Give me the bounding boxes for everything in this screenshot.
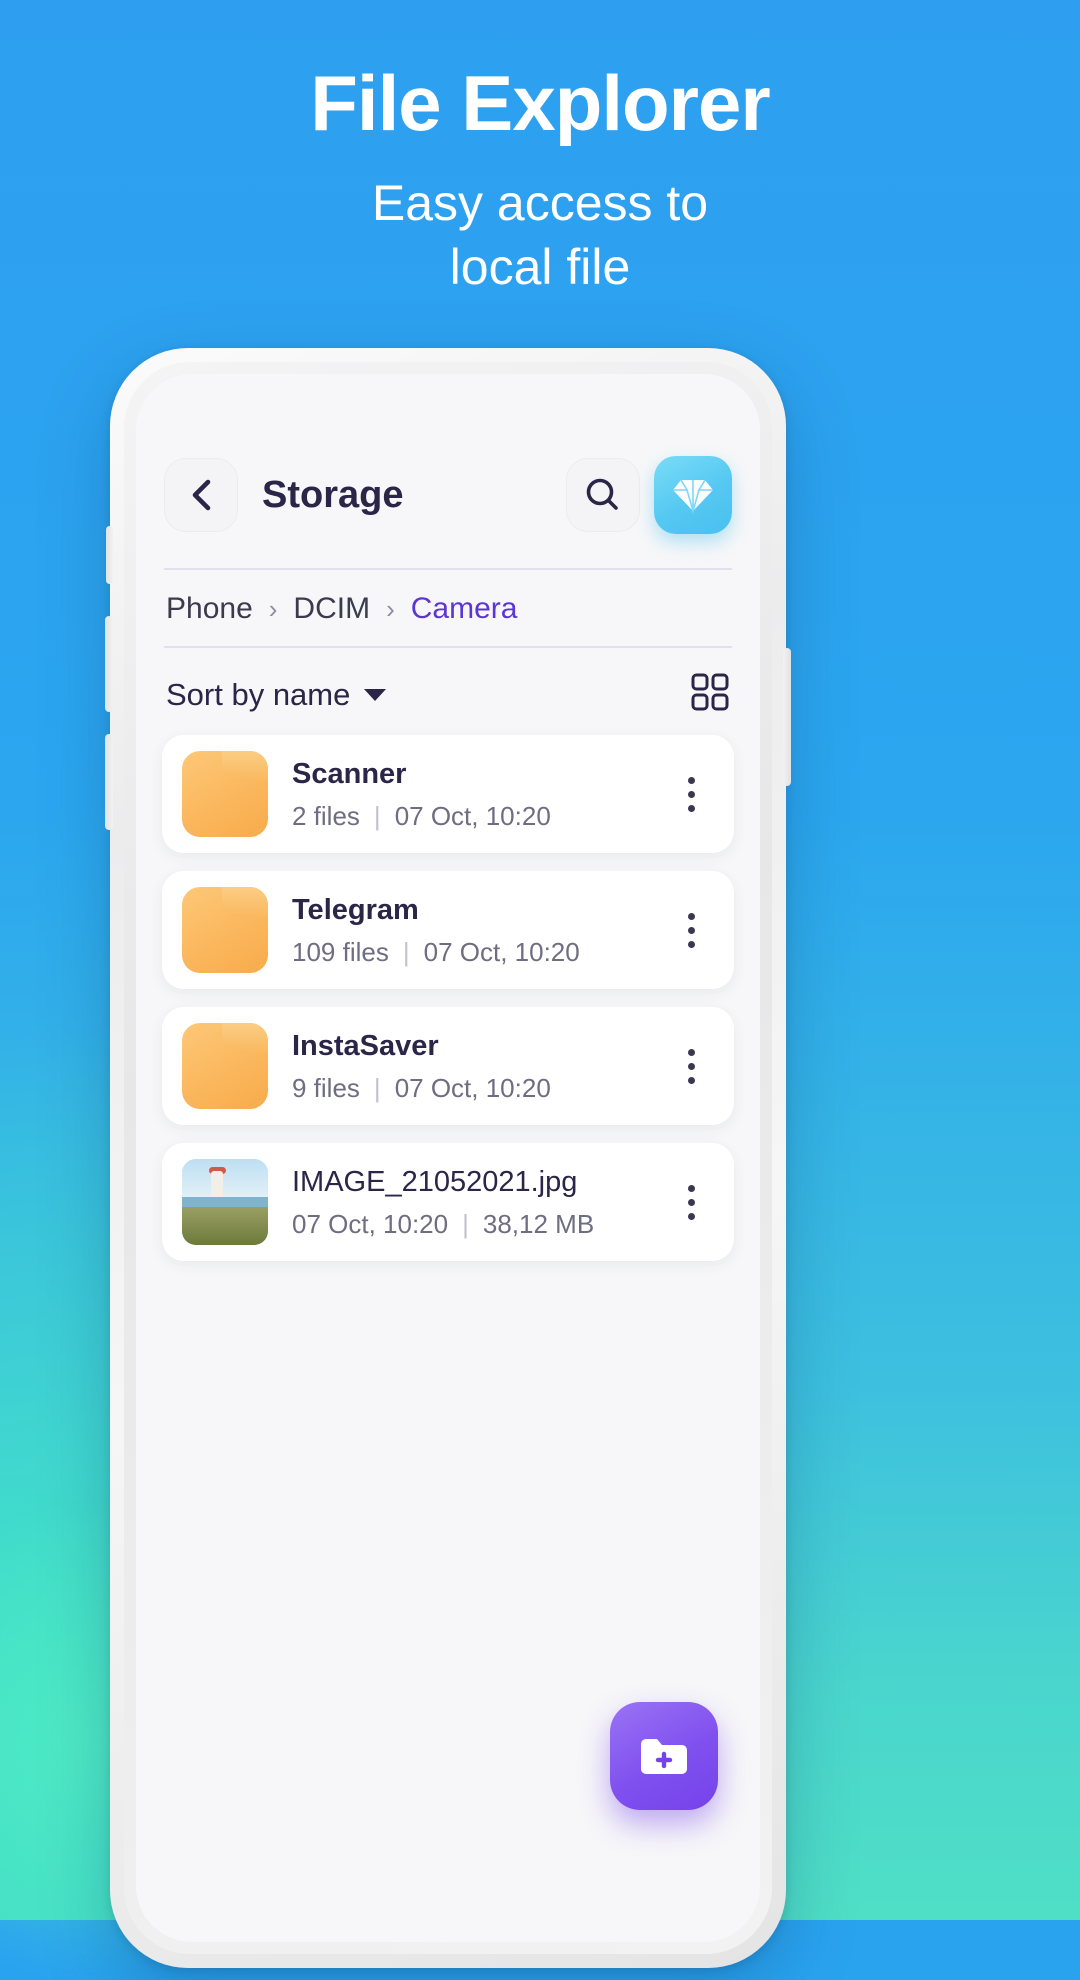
list-item-count: 9 files xyxy=(292,1073,360,1104)
meta-divider: | xyxy=(373,801,381,832)
meta-divider: | xyxy=(462,1209,469,1240)
more-vertical-icon[interactable] xyxy=(668,1174,714,1230)
breadcrumb: Phone › DCIM › Camera xyxy=(164,568,732,648)
more-vertical-icon[interactable] xyxy=(668,766,714,822)
phone-mute-switch xyxy=(106,526,113,584)
breadcrumb-item-camera[interactable]: Camera xyxy=(411,592,518,626)
folder-icon xyxy=(182,1023,268,1109)
page-title: Storage xyxy=(262,473,404,516)
view-toggle-button[interactable] xyxy=(690,672,730,717)
list-item-size: 38,12 MB xyxy=(482,1209,595,1240)
list-item-count: 109 files xyxy=(292,937,389,968)
diamond-icon xyxy=(673,479,713,514)
sort-label: Sort by name xyxy=(166,676,351,712)
search-icon xyxy=(586,478,618,510)
file-list: Scanner 2 files | 07 Oct, 10:20 Telegram xyxy=(162,735,734,1261)
folder-icon xyxy=(182,751,268,837)
breadcrumb-item-phone[interactable]: Phone xyxy=(166,592,253,626)
list-item-text: InstaSaver 9 files | 07 Oct, 10:20 xyxy=(268,1028,668,1105)
premium-button[interactable] xyxy=(654,456,732,534)
meta-divider: | xyxy=(402,937,410,968)
list-item-date: 07 Oct, 10:20 xyxy=(292,1209,449,1240)
folder-plus-icon xyxy=(641,1739,687,1774)
folder-icon xyxy=(182,887,268,973)
caret-down-icon xyxy=(364,688,387,701)
grid-view-icon xyxy=(691,673,729,711)
breadcrumb-separator-icon: › xyxy=(386,593,395,624)
list-item-date: 07 Oct, 10:20 xyxy=(394,1073,551,1104)
phone-mockup: Storage Phone › DCIM › Camera Sort by na… xyxy=(105,348,791,1968)
promo-subtitle: Easy access to local file xyxy=(0,171,1080,299)
phone-volume-up-button xyxy=(105,616,113,712)
list-item-meta: 9 files | 07 Oct, 10:20 xyxy=(292,1073,668,1104)
promo-headline: File Explorer Easy access to local file xyxy=(0,0,1080,299)
promo-subtitle-line2: local file xyxy=(449,238,631,295)
list-item-name: Telegram xyxy=(292,893,419,926)
app-screen: Storage Phone › DCIM › Camera Sort by na… xyxy=(136,374,760,1942)
phone-bezel: Storage Phone › DCIM › Camera Sort by na… xyxy=(124,362,772,1954)
list-toolbar: Sort by name xyxy=(166,672,730,717)
more-vertical-icon[interactable] xyxy=(668,1038,714,1094)
phone-power-button xyxy=(783,648,791,786)
list-item[interactable]: InstaSaver 9 files | 07 Oct, 10:20 xyxy=(162,1007,734,1125)
list-item-meta: 07 Oct, 10:20 | 38,12 MB xyxy=(292,1209,668,1240)
sort-dropdown[interactable]: Sort by name xyxy=(166,676,387,713)
list-item[interactable]: Scanner 2 files | 07 Oct, 10:20 xyxy=(162,735,734,853)
breadcrumb-separator-icon: › xyxy=(268,593,278,624)
list-item-text: Telegram 109 files | 07 Oct, 10:20 xyxy=(268,892,668,969)
breadcrumb-item-dcim[interactable]: DCIM xyxy=(293,592,370,626)
list-item[interactable]: Telegram 109 files | 07 Oct, 10:20 xyxy=(162,871,734,989)
more-vertical-icon[interactable] xyxy=(668,902,714,958)
promo-title: File Explorer xyxy=(310,59,771,147)
back-button[interactable] xyxy=(164,458,238,532)
photo-thumbnail xyxy=(182,1159,268,1245)
list-item-date: 07 Oct, 10:20 xyxy=(423,937,580,968)
list-item-text: IMAGE_21052021.jpg 07 Oct, 10:20 | 38,12… xyxy=(268,1164,668,1241)
list-item-meta: 109 files | 07 Oct, 10:20 xyxy=(292,937,668,968)
app-header: Storage xyxy=(136,374,760,534)
chevron-left-icon xyxy=(192,479,211,511)
new-folder-button[interactable] xyxy=(610,1702,718,1810)
promo-subtitle-line1: Easy access to xyxy=(371,174,709,231)
list-item-meta: 2 files | 07 Oct, 10:20 xyxy=(292,801,668,832)
list-item-count: 2 files xyxy=(292,801,360,832)
list-item[interactable]: IMAGE_21052021.jpg 07 Oct, 10:20 | 38,12… xyxy=(162,1143,734,1261)
phone-volume-down-button xyxy=(105,734,113,830)
list-item-name: Scanner xyxy=(292,757,407,790)
meta-divider: | xyxy=(373,1073,381,1104)
list-item-name: InstaSaver xyxy=(292,1029,439,1062)
search-button[interactable] xyxy=(566,458,640,532)
list-item-date: 07 Oct, 10:20 xyxy=(394,801,551,832)
list-item-name: IMAGE_21052021.jpg xyxy=(292,1165,578,1198)
list-item-text: Scanner 2 files | 07 Oct, 10:20 xyxy=(268,756,668,833)
